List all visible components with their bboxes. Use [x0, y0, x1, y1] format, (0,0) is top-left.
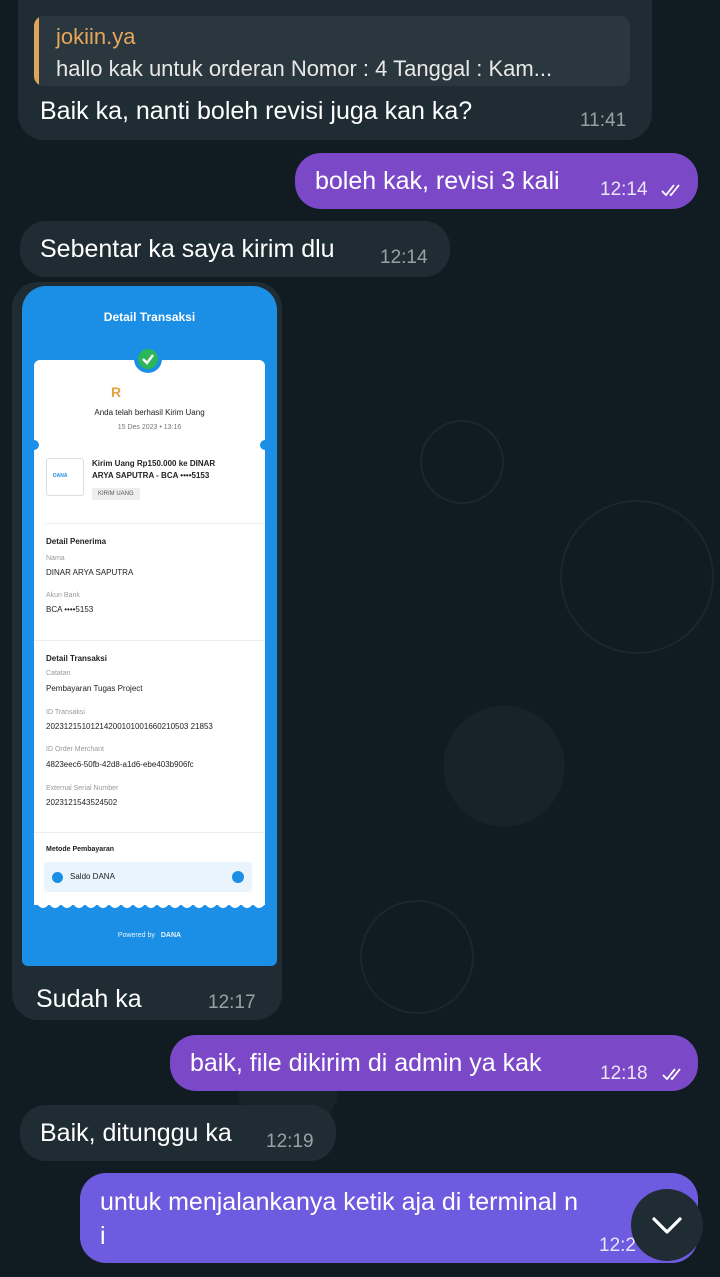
powered-by: Powered by DANA: [22, 932, 277, 939]
divider: [34, 640, 265, 641]
payment-method-row: Saldo DANA: [44, 862, 252, 892]
message-text: Baik ka, nanti boleh revisi juga kan ka?: [40, 97, 473, 125]
double-check-icon: [662, 1068, 681, 1081]
serial-label: External Serial Number: [46, 785, 119, 792]
message-time: 12:18: [600, 1063, 648, 1084]
message-text: boleh kak, revisi 3 kali: [315, 167, 560, 195]
wallpaper-doodle: [360, 900, 474, 1014]
check-icon: [232, 871, 244, 883]
reply-preview[interactable]: jokiin.ya hallo kak untuk orderan Nomor …: [34, 16, 630, 86]
receipt-image[interactable]: Detail Transaksi R Anda telah berhasil K…: [22, 286, 277, 966]
message-time: 12:14: [600, 179, 648, 200]
message-time: 12:17: [208, 992, 256, 1013]
powered-by-text: Powered by: [117, 932, 155, 939]
message-outgoing[interactable]: baik, file dikirim di admin ya kak 12:18: [170, 1035, 698, 1091]
message-outgoing[interactable]: untuk menjalankanya ketik aja di termina…: [80, 1173, 698, 1263]
message-text-line-1: untuk menjalankanya ketik aja di termina…: [100, 1188, 579, 1216]
note-value: Pembayaran Tugas Project: [46, 684, 143, 693]
dana-logo: DANA: [46, 458, 84, 496]
amount-partial: R: [111, 384, 122, 400]
transaction-heading: Detail Transaksi: [46, 654, 107, 663]
message-text: baik, file dikirim di admin ya kak: [190, 1049, 542, 1077]
reply-accent-bar: [34, 16, 39, 86]
transaction-date: 15 Des 2023 • 13:16: [117, 424, 182, 431]
ticket-scallop-edge: [34, 900, 265, 908]
message-time: 12:19: [266, 1131, 314, 1152]
txid-value: 20231215101214200101001660210503 21853: [46, 722, 213, 731]
message-outgoing[interactable]: boleh kak, revisi 3 kali 12:14: [295, 153, 698, 209]
ticket-notch: [260, 440, 270, 450]
recipient-heading: Detail Penerima: [46, 537, 107, 546]
note-label: Catatan: [46, 670, 71, 677]
chevron-down-icon: [652, 1217, 682, 1234]
method-heading: Metode Pembayaran: [46, 846, 115, 853]
summary-line-1: Kirim Uang Rp150.000 ke DINAR: [92, 459, 216, 468]
receipt-card: R Anda telah berhasil Kirim Uang 15 Des …: [29, 360, 270, 905]
dana-wallet-icon: [52, 872, 63, 883]
scroll-to-bottom-button[interactable]: [631, 1189, 703, 1261]
divider: [34, 832, 265, 833]
transaction-type-tag: KIRIM UANG: [92, 488, 140, 500]
payment-method-value: Saldo DANA: [70, 872, 115, 881]
message-time: 12:14: [380, 247, 428, 268]
order-label: ID Order Merchant: [46, 746, 104, 753]
message-time: 11:41: [580, 110, 627, 131]
bank-value: BCA ••••5153: [46, 605, 94, 614]
reply-text: hallo kak untuk orderan Nomor : 4 Tangga…: [56, 56, 553, 81]
success-check-icon: [134, 345, 162, 373]
message-text-line-2: i: [100, 1222, 106, 1250]
reply-sender: jokiin.ya: [56, 24, 136, 49]
txid-label: ID Transaksi: [46, 709, 85, 716]
wallpaper-doodle: [420, 420, 504, 504]
name-label: Nama: [46, 555, 65, 562]
image-caption: Sudah ka: [36, 985, 142, 1013]
success-text: Anda telah berhasil Kirim Uang: [94, 408, 205, 417]
bank-label: Akun Bank: [46, 592, 80, 599]
dana-logo-text: DANA: [53, 473, 68, 479]
powered-by-logo: DANA: [160, 932, 182, 939]
name-value: DINAR ARYA SAPUTRA: [46, 568, 134, 577]
double-check-icon: [661, 184, 680, 197]
wallpaper-doodle: [560, 500, 714, 654]
order-value: 4823eec6-50fb-42d8-a1d6-ebe403b906fc: [46, 760, 194, 769]
ticket-notch: [29, 440, 39, 450]
message-incoming[interactable]: jokiin.ya hallo kak untuk orderan Nomor …: [18, 0, 652, 140]
summary-line-2: ARYA SAPUTRA - BCA ••••5153: [92, 471, 210, 480]
receipt-title: Detail Transaksi: [103, 310, 196, 324]
message-incoming[interactable]: Sebentar ka saya kirim dlu 12:14: [20, 221, 450, 277]
message-incoming[interactable]: Baik, ditunggu ka 12:19: [20, 1105, 336, 1161]
message-text: Sebentar ka saya kirim dlu: [40, 235, 335, 263]
divider: [46, 523, 265, 524]
message-text: Baik, ditunggu ka: [40, 1119, 232, 1147]
serial-value: 2023121543524502: [46, 798, 118, 807]
